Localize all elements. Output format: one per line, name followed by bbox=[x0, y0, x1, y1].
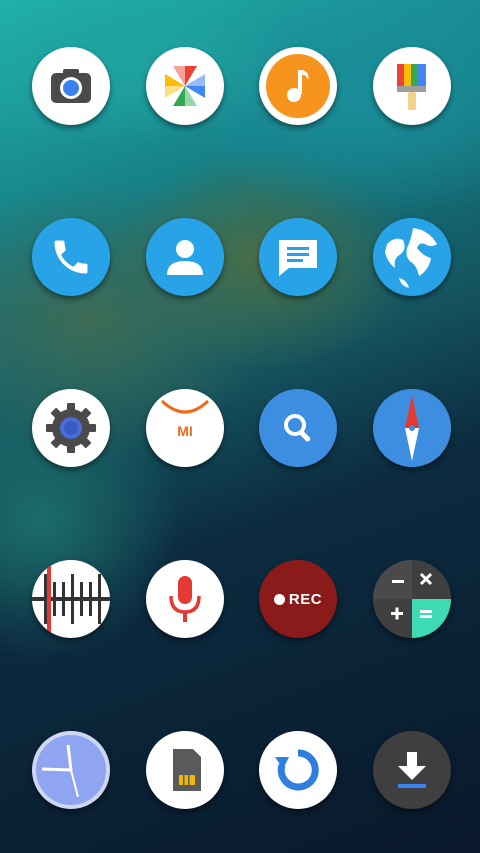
app-grid: MI REC bbox=[0, 0, 480, 853]
app-fm-radio[interactable] bbox=[32, 560, 110, 638]
message-icon bbox=[279, 240, 317, 276]
gear-icon bbox=[46, 403, 96, 453]
app-music[interactable] bbox=[259, 47, 337, 125]
app-messages[interactable] bbox=[259, 218, 337, 296]
compass-icon bbox=[373, 389, 451, 467]
app-settings[interactable] bbox=[32, 389, 110, 467]
microphone-icon bbox=[169, 576, 201, 622]
app-contacts[interactable] bbox=[146, 218, 224, 296]
radio-tuner-icon bbox=[32, 560, 110, 638]
music-note-icon bbox=[266, 54, 330, 118]
app-phone[interactable] bbox=[32, 218, 110, 296]
download-icon bbox=[398, 752, 426, 788]
app-browser[interactable] bbox=[373, 218, 451, 296]
search-icon bbox=[284, 414, 311, 442]
app-search[interactable] bbox=[259, 389, 337, 467]
app-sim-toolkit[interactable] bbox=[146, 731, 224, 809]
app-photos[interactable] bbox=[146, 47, 224, 125]
camera-icon bbox=[51, 69, 91, 103]
app-compass[interactable] bbox=[373, 389, 451, 467]
app-updater[interactable] bbox=[259, 731, 337, 809]
sim-card-icon bbox=[173, 749, 201, 791]
refresh-icon bbox=[275, 749, 319, 791]
app-downloads[interactable] bbox=[373, 731, 451, 809]
app-mi-store[interactable]: MI bbox=[146, 389, 224, 467]
rec-dot-icon bbox=[273, 593, 285, 605]
globe-icon bbox=[373, 218, 451, 296]
mi-store-label: MI bbox=[177, 423, 193, 439]
rec-label: REC bbox=[288, 590, 323, 608]
paintbrush-icon bbox=[397, 64, 426, 110]
app-screen-recorder[interactable]: REC bbox=[259, 560, 337, 638]
clock-icon bbox=[32, 731, 110, 809]
rec-icon: REC bbox=[273, 590, 323, 608]
app-calculator[interactable] bbox=[373, 560, 451, 638]
app-voice-recorder[interactable] bbox=[146, 560, 224, 638]
person-icon bbox=[167, 240, 203, 275]
app-theme[interactable] bbox=[373, 47, 451, 125]
pinwheel-icon bbox=[165, 66, 205, 106]
phone-icon bbox=[54, 240, 88, 274]
app-camera[interactable] bbox=[32, 47, 110, 125]
calculator-icon bbox=[373, 560, 451, 638]
app-clock[interactable] bbox=[32, 731, 110, 809]
